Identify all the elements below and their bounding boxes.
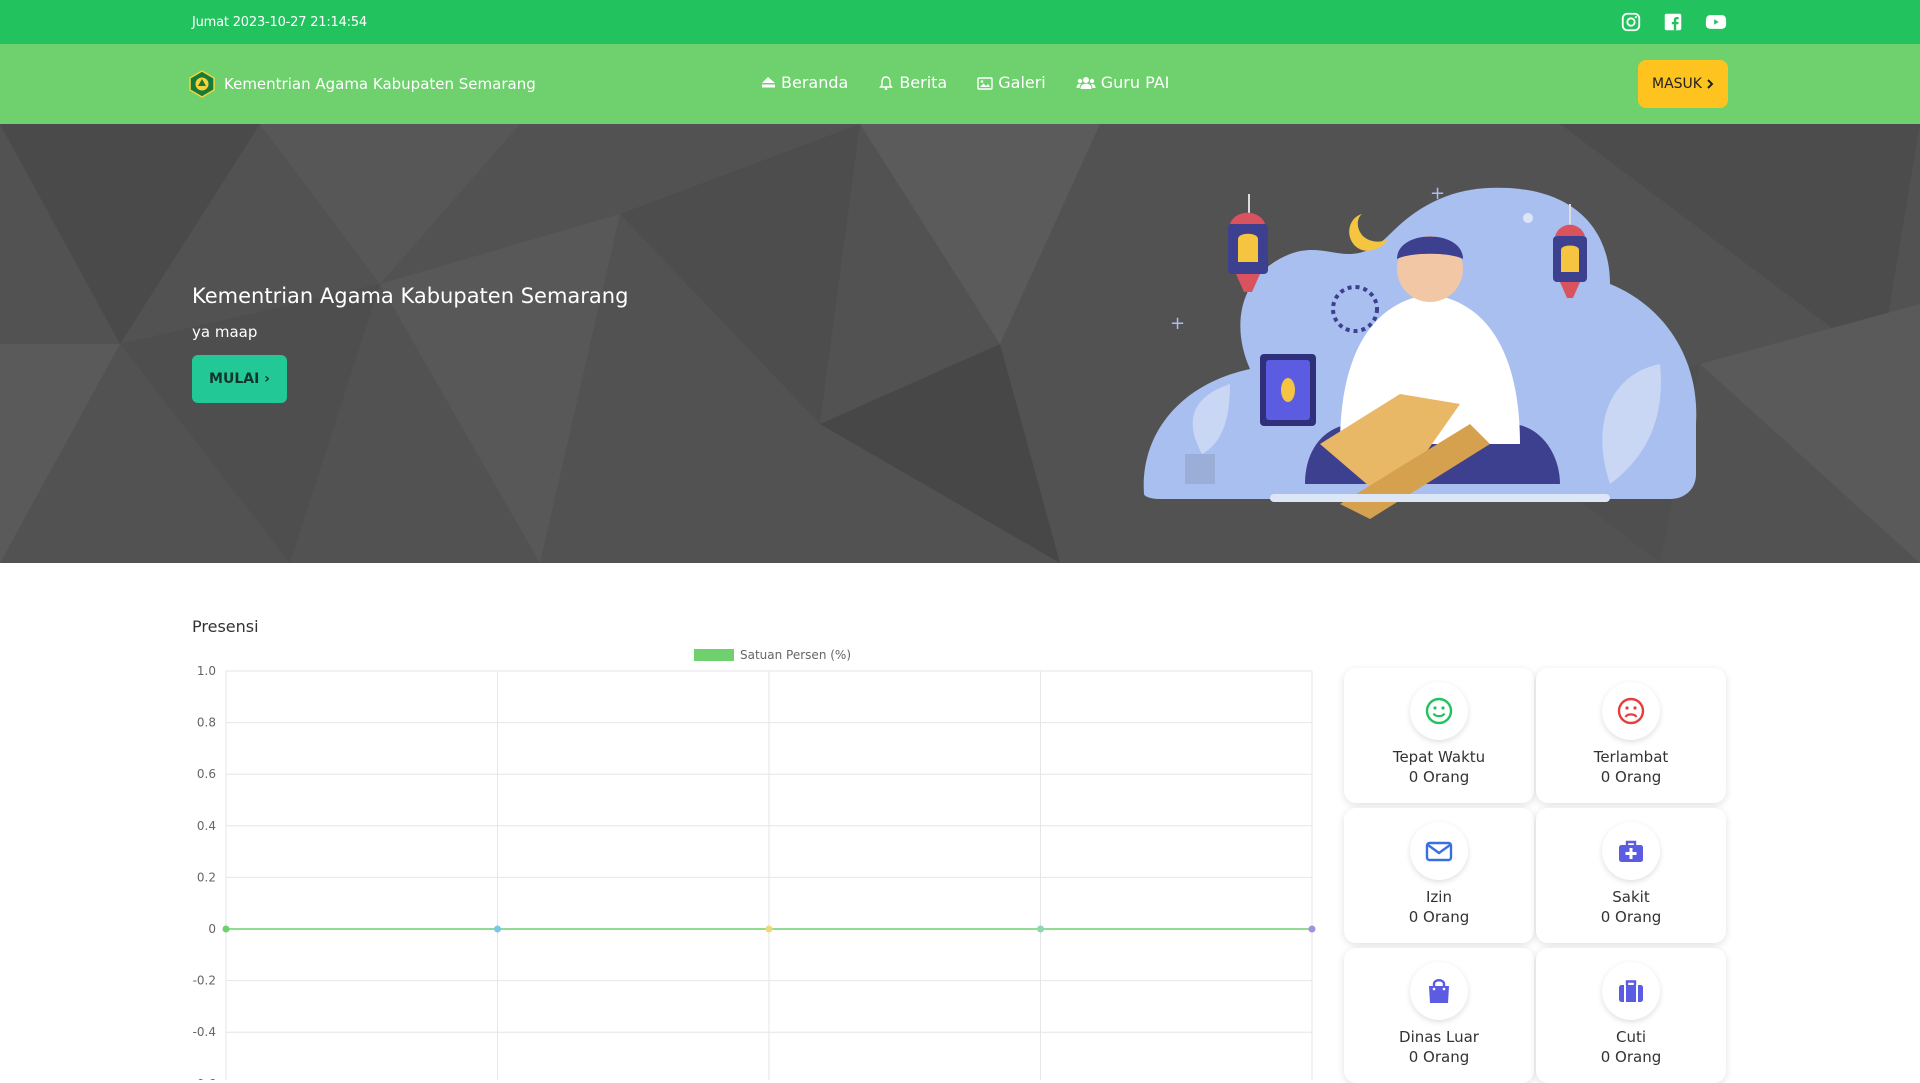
brand-name: Kementrian Agama Kabupaten Semarang [224, 75, 536, 93]
card-label: Tepat Waktu [1392, 748, 1486, 766]
data-point [765, 925, 773, 933]
hero-subtitle: ya maap [192, 323, 258, 341]
data-point [222, 925, 230, 933]
presensi-card-sakit: Sakit 0 Orang [1536, 808, 1726, 943]
y-tick-label: -0.2 [193, 974, 216, 988]
card-value: 0 Orang [1408, 768, 1470, 786]
start-button-label: MULAI [209, 371, 260, 387]
y-tick-label: 0.2 [197, 870, 216, 884]
praying-man-illustration: + + [1143, 183, 1697, 519]
nav-item-label: Galeri [998, 73, 1046, 92]
nav-item-label: Beranda [781, 73, 849, 92]
y-tick-label: 0 [208, 922, 216, 936]
envelope-icon [1425, 841, 1453, 862]
data-point [1308, 925, 1316, 933]
card-value: 0 Orang [1408, 1048, 1470, 1066]
nav-item-berita[interactable]: Berita [878, 73, 947, 92]
start-button[interactable]: MULAI › [192, 355, 287, 403]
presensi-card-izin: Izin 0 Orang [1344, 808, 1534, 943]
current-datetime: Jumat 2023-10-27 21:14:54 [192, 15, 368, 30]
presensi-card-cuti: Cuti 0 Orang [1536, 948, 1726, 1083]
card-icon-circle [1602, 682, 1660, 740]
nav-item-beranda[interactable]: Beranda [760, 73, 848, 92]
youtube-icon[interactable] [1704, 11, 1727, 33]
instagram-icon[interactable] [1620, 11, 1642, 33]
suitcase-icon [1619, 980, 1643, 1002]
login-button-label: MASUK [1652, 76, 1702, 92]
y-tick-label: 0.4 [197, 819, 216, 833]
card-icon-circle [1602, 822, 1660, 880]
home-icon [762, 76, 775, 87]
medkit-icon [1619, 840, 1643, 862]
card-value: 0 Orang [1600, 1048, 1662, 1066]
card-value: 0 Orang [1600, 908, 1662, 926]
hero-title: Kementrian Agama Kabupaten Semarang [192, 284, 629, 308]
navbar: Kementrian Agama Kabupaten Semarang Bera… [0, 44, 1920, 124]
card-icon-circle [1410, 682, 1468, 740]
card-label: Dinas Luar [1399, 1028, 1479, 1046]
hero-section: Kementrian Agama Kabupaten Semarang ya m… [0, 124, 1920, 563]
facebook-icon[interactable] [1662, 11, 1684, 33]
top-bar: Jumat 2023-10-27 21:14:54 [0, 0, 1920, 44]
presensi-card-dinas-luar: Dinas Luar 0 Orang [1344, 948, 1534, 1083]
kemenag-logo-icon [189, 70, 215, 98]
y-tick-label: 0.6 [197, 767, 216, 781]
social-links [1620, 11, 1727, 33]
card-icon-circle [1410, 962, 1468, 1020]
presensi-line-chart: 1.00.80.60.40.20-0.2-0.4-0.6 [193, 664, 1316, 1080]
frown-icon [1617, 697, 1645, 725]
card-label: Izin [1426, 888, 1452, 906]
nav-menu: Beranda Berita Galeri Guru PAI [760, 73, 1169, 92]
smile-icon [1425, 697, 1453, 725]
chevron-right-icon [1707, 79, 1714, 89]
presensi-card-terlambat: Terlambat 0 Orang [1536, 668, 1726, 803]
y-tick-label: -0.4 [193, 1025, 216, 1039]
nav-item-label: Berita [899, 73, 948, 92]
card-label: Cuti [1615, 1028, 1647, 1046]
image-icon [977, 76, 993, 90]
nav-item-galeri[interactable]: Galeri [977, 73, 1046, 92]
card-icon-circle [1410, 822, 1468, 880]
nav-item-guru-pai[interactable]: Guru PAI [1076, 73, 1170, 92]
card-value: 0 Orang [1408, 908, 1470, 926]
y-tick-label: 1.0 [197, 664, 216, 678]
shopping-bag-icon [1429, 979, 1449, 1003]
y-tick-label: 0.8 [197, 716, 216, 730]
users-icon [1076, 76, 1096, 89]
card-value: 0 Orang [1600, 768, 1662, 786]
svg-text:+: + [1430, 183, 1445, 204]
presensi-card-tepat-waktu: Tepat Waktu 0 Orang [1344, 668, 1534, 803]
card-label: Terlambat [1593, 748, 1669, 766]
nav-item-label: Guru PAI [1100, 73, 1170, 92]
section-title-presensi: Presensi [192, 617, 259, 636]
card-label: Sakit [1612, 888, 1650, 906]
bell-icon [879, 75, 894, 90]
card-icon-circle [1602, 962, 1660, 1020]
data-point [494, 925, 501, 933]
svg-text:+: + [1170, 313, 1185, 334]
login-button[interactable]: MASUK [1638, 60, 1728, 108]
brand[interactable]: Kementrian Agama Kabupaten Semarang [188, 70, 536, 98]
data-point [1037, 925, 1044, 933]
